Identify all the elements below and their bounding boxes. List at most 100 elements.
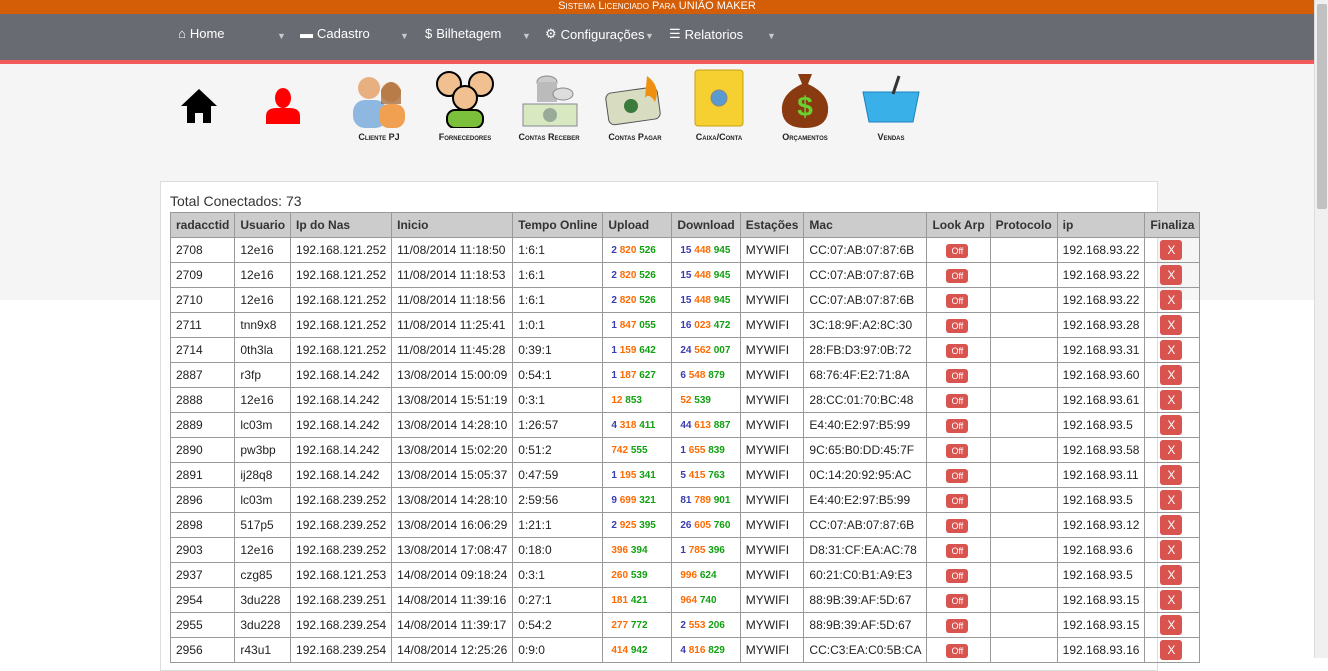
finalize-button[interactable]: X	[1160, 565, 1183, 585]
shortcut-or-amentos[interactable]: $ Orçamentos	[760, 66, 850, 142]
shortcut-cliente-pj[interactable]: Cliente PJ	[334, 66, 424, 142]
byte-group: 12	[611, 394, 623, 406]
finalize-button[interactable]: X	[1160, 390, 1183, 410]
chevron-down-icon[interactable]: ▼	[400, 31, 409, 41]
look-arp-off-button[interactable]: Off	[946, 268, 969, 283]
finalize-button[interactable]: X	[1160, 540, 1183, 560]
finalize-button[interactable]: X	[1160, 465, 1183, 485]
finalize-cell: X	[1144, 587, 1201, 613]
start-time-cell: 11/08/2014 11:45:28	[391, 337, 514, 363]
scrollbar-thumb[interactable]	[1317, 4, 1327, 209]
download-cell: 16 023 472	[671, 312, 741, 338]
column-header[interactable]: Ip do Nas	[290, 212, 393, 238]
dollar-icon: $	[425, 26, 433, 41]
look-arp-off-button[interactable]: Off	[946, 568, 969, 583]
protocol-cell	[989, 612, 1058, 638]
look-arp-off-button[interactable]: Off	[946, 543, 969, 558]
column-header[interactable]: radacctid	[169, 212, 236, 238]
look-arp-off-button[interactable]: Off	[946, 443, 969, 458]
station-cell: MYWIFI	[739, 237, 805, 263]
look-arp-off-button[interactable]: Off	[946, 493, 969, 508]
byte-group: 1	[611, 469, 617, 481]
column-header[interactable]: Mac	[803, 212, 928, 238]
finalize-cell: X	[1144, 562, 1201, 588]
look-arp-off-button[interactable]: Off	[946, 343, 969, 358]
finalize-button[interactable]: X	[1160, 315, 1183, 335]
finalize-button[interactable]: X	[1160, 415, 1183, 435]
shortcut-vendas[interactable]: Vendas	[846, 66, 936, 142]
nav-cadastro[interactable]: ▬ Cadastro	[300, 26, 370, 41]
shortcut-home[interactable]	[154, 84, 244, 126]
start-time-cell: 13/08/2014 14:28:10	[391, 487, 514, 513]
safe-icon	[674, 66, 764, 128]
nav-bilhetagem[interactable]: $ Bilhetagem	[425, 26, 501, 41]
nav-relatorios[interactable]: ☰ Relatorios	[669, 26, 743, 42]
look-arp-off-button[interactable]: Off	[946, 318, 969, 333]
download-cell: 15 448 945	[671, 287, 741, 313]
radacctid-cell: 2898	[169, 512, 236, 538]
finalize-button[interactable]: X	[1160, 615, 1183, 635]
column-header[interactable]: Tempo Online	[512, 212, 604, 238]
shortcut-caixa-conta[interactable]: Caixa/Conta	[674, 66, 764, 142]
finalize-button[interactable]: X	[1160, 365, 1183, 385]
column-header[interactable]: Protocolo	[989, 212, 1058, 238]
look-arp-off-button[interactable]: Off	[946, 518, 969, 533]
chevron-down-icon[interactable]: ▼	[645, 31, 654, 41]
shortcut-fornecedores[interactable]: Fornecedores	[420, 66, 510, 142]
byte-group: 562	[694, 344, 711, 356]
finalize-button[interactable]: X	[1160, 290, 1183, 310]
look-arp-off-button[interactable]: Off	[946, 418, 969, 433]
byte-group: 553	[688, 619, 706, 631]
byte-group: 396	[708, 544, 725, 556]
shortcut-contas-pagar[interactable]: Contas Pagar	[590, 66, 680, 142]
table-row: 2887 r3fp 192.168.14.242 13/08/2014 15:00:0…	[169, 362, 1201, 388]
protocol-cell	[989, 462, 1058, 488]
chevron-down-icon[interactable]: ▼	[277, 31, 286, 41]
finalize-button[interactable]: X	[1160, 240, 1183, 260]
column-header[interactable]: Upload	[602, 212, 673, 238]
finalize-button[interactable]: X	[1160, 590, 1183, 610]
look-arp-cell: Off	[926, 312, 991, 338]
column-header[interactable]: Usuario	[234, 212, 292, 238]
nav-label: Home	[189, 26, 225, 41]
finalize-button[interactable]: X	[1160, 340, 1183, 360]
column-header[interactable]: Download	[671, 212, 741, 238]
online-time-cell: 0:3:1	[512, 562, 604, 588]
look-arp-off-button[interactable]: Off	[946, 393, 969, 408]
look-arp-off-button[interactable]: Off	[946, 243, 969, 258]
column-header[interactable]: Inicio	[391, 212, 514, 238]
chevron-down-icon[interactable]: ▼	[767, 31, 776, 41]
download-cell: 6 548 879	[671, 362, 741, 388]
look-arp-off-button[interactable]: Off	[946, 293, 969, 308]
shortcut-user[interactable]	[238, 84, 328, 126]
finalize-button[interactable]: X	[1160, 490, 1183, 510]
ip-cell: 192.168.93.31	[1056, 337, 1146, 363]
start-time-cell: 13/08/2014 15:05:37	[391, 462, 514, 488]
scrollbar[interactable]	[1314, 0, 1328, 658]
byte-group: 853	[625, 394, 642, 406]
column-header[interactable]: ip	[1056, 212, 1146, 238]
look-arp-off-button[interactable]: Off	[946, 643, 969, 658]
nav-home[interactable]: ⌂ Home	[178, 26, 225, 41]
shortcut-contas-receber[interactable]: Contas Receber	[504, 66, 594, 142]
look-arp-off-button[interactable]: Off	[946, 368, 969, 383]
nav-configurações[interactable]: ⚙ Configurações	[545, 26, 644, 42]
look-arp-off-button[interactable]: Off	[946, 618, 969, 633]
look-arp-cell: Off	[926, 287, 991, 313]
finalize-button[interactable]: X	[1160, 640, 1183, 660]
byte-group: 942	[630, 644, 648, 656]
radacctid-cell: 2708	[169, 237, 236, 263]
column-header[interactable]: Look Arp	[926, 212, 991, 238]
column-header[interactable]: Estações	[739, 212, 805, 238]
chevron-down-icon[interactable]: ▼	[522, 31, 531, 41]
look-arp-off-button[interactable]: Off	[946, 593, 969, 608]
finalize-button[interactable]: X	[1160, 515, 1183, 535]
column-header[interactable]: Finaliza	[1144, 212, 1201, 238]
byte-group: 548	[688, 369, 706, 381]
finalize-button[interactable]: X	[1160, 265, 1183, 285]
byte-group: 206	[708, 619, 725, 631]
look-arp-off-button[interactable]: Off	[946, 468, 969, 483]
finalize-button[interactable]: X	[1160, 440, 1183, 460]
byte-group: 740	[699, 594, 717, 606]
upload-cell: 1 847 055	[602, 312, 673, 338]
